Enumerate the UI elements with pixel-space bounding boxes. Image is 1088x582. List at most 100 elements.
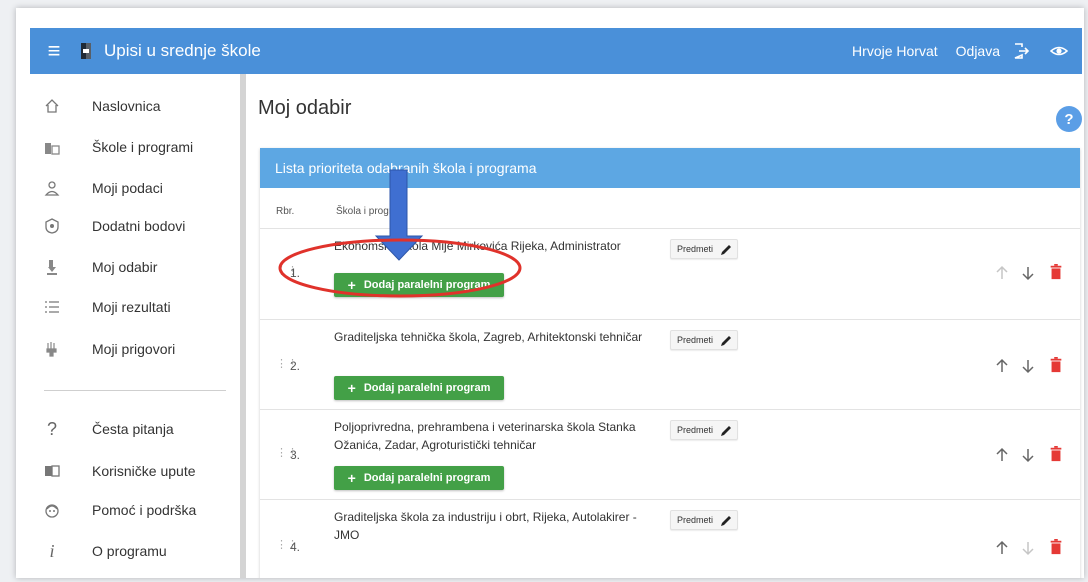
school-program-name: Graditeljska tehnička škola, Zagreb, Arh… [334,330,643,344]
main-content: Moj odabir ? Lista prioriteta odabranih … [246,74,1084,578]
row-number: 4. [290,540,301,554]
book-icon [44,463,60,479]
delete-icon[interactable] [1048,264,1064,280]
predmeti-label: Predmeti [677,335,714,345]
add-parallel-program-button[interactable]: + Dodaj paralelni program [334,273,504,297]
predmeti-button[interactable]: Predmeti [670,510,738,530]
sidebar-item-label: Dodatni bodovi [92,218,186,234]
choice-icon [44,259,60,275]
move-up-icon[interactable] [994,540,1010,556]
drag-handle-icon[interactable]: ⋮⋮ [276,540,298,556]
school-icon [44,139,60,155]
pencil-icon [721,245,731,255]
top-bar: ≡ Upisi u srednje škole Hrvoje Horvat Od… [30,28,1082,74]
sidebar-item-label: Moji rezultati [92,299,171,315]
menu-icon[interactable]: ≡ [40,40,68,62]
column-header-rbr: Rbr. [276,206,295,217]
plus-icon: + [347,470,356,486]
person-icon [44,180,60,196]
sidebar-divider [44,390,226,391]
drag-handle-icon[interactable]: ⋮⋮ [276,266,298,282]
app-logo-icon [81,43,91,59]
school-program-name: Ekonomska škola Mije Mirkovića Rijeka, A… [334,239,621,253]
move-down-icon[interactable] [1020,358,1036,374]
drag-handle-icon[interactable]: ⋮⋮ [276,359,298,375]
sidebar-item-korisnicke-upute[interactable]: Korisničke upute [30,456,230,486]
sidebar-item-label: Korisničke upute [92,463,196,479]
app-title: Upisi u srednje škole [104,41,261,60]
predmeti-label: Predmeti [677,425,714,435]
move-up-icon[interactable] [994,447,1010,463]
add-parallel-program-button[interactable]: + Dodaj paralelni program [334,376,504,400]
help-button[interactable]: ? [1056,106,1082,132]
pencil-icon [721,426,731,436]
pencil-icon [721,336,731,346]
column-header-skola: Škola i program [336,206,407,217]
sidebar-item-label: Škole i programi [92,139,194,155]
add-button-label: Dodaj paralelni program [363,279,491,291]
list-icon [44,299,60,315]
predmeti-button[interactable]: Predmeti [670,420,738,440]
sidebar-item-label: O programu [92,543,167,559]
row-number: 1. [290,266,301,280]
table-row: ⋮⋮ 3. Poljoprivredna, prehrambena i vete… [260,410,1080,500]
move-up-icon[interactable] [994,358,1010,374]
delete-icon[interactable] [1048,446,1064,462]
sidebar-item-label: Moji podaci [92,180,163,196]
add-button-label: Dodaj paralelni program [363,472,491,484]
add-button-label: Dodaj paralelni program [363,382,491,394]
sidebar-item-o-programu[interactable]: i O programu [30,536,230,566]
sidebar-item-label: Moj odabir [92,259,158,275]
sidebar-item-moji-podaci[interactable]: Moji podaci [30,173,230,203]
sidebar-item-pomoc-i-podrska[interactable]: Pomoć i podrška [30,495,230,525]
sidebar-item-dodatni-bodovi[interactable]: Dodatni bodovi [30,211,230,241]
home-icon [44,98,60,114]
card-title: Lista prioriteta odabranih škola i progr… [260,148,1080,188]
eye-icon[interactable] [1050,42,1068,60]
table-row: ⋮⋮ 2. Graditeljska tehnička škola, Zagre… [260,320,1080,410]
app-window: ≡ Upisi u srednje škole Hrvoje Horvat Od… [16,8,1084,578]
priority-list-card: Lista prioriteta odabranih škola i progr… [260,148,1080,578]
predmeti-button[interactable]: Predmeti [670,330,738,350]
support-icon [44,502,60,518]
sidebar-item-cesta-pitanja[interactable]: ? Česta pitanja [30,414,230,444]
school-program-name: Poljoprivredna, prehrambena i veterinars… [334,420,636,452]
question-icon: ? [46,418,57,439]
sidebar-item-moj-odabir[interactable]: Moj odabir [30,252,230,282]
delete-icon[interactable] [1048,539,1064,555]
delete-icon[interactable] [1048,357,1064,373]
sidebar-item-naslovnica[interactable]: Naslovnica [30,91,230,121]
sidebar-item-label: Pomoć i podrška [92,502,197,518]
plus-icon: + [347,380,356,396]
user-name: Hrvoje Horvat [852,43,938,59]
row-number: 3. [290,448,301,462]
plus-icon: + [347,277,356,293]
move-up-icon[interactable] [994,265,1010,281]
predmeti-label: Predmeti [677,244,714,254]
sidebar-item-moji-prigovori[interactable]: Moji prigovori [30,334,230,364]
sidebar-item-label: Moji prigovori [92,341,176,357]
move-down-icon[interactable] [1020,447,1036,463]
page-title: Moj odabir [258,97,352,119]
info-icon: i [49,540,55,561]
drag-handle-icon[interactable]: ⋮⋮ [276,448,298,464]
school-program-name: Graditeljska škola za industriju i obrt,… [334,510,637,542]
table-row: ⋮⋮ 4. Graditeljska škola za industriju i… [260,500,1080,578]
sidebar-item-label: Česta pitanja [92,421,174,437]
badge-icon [44,218,60,234]
move-down-icon[interactable] [1020,265,1036,281]
predmeti-label: Predmeti [677,515,714,525]
sidebar-item-label: Naslovnica [92,98,161,114]
add-parallel-program-button[interactable]: + Dodaj paralelni program [334,466,504,490]
row-number: 2. [290,359,301,373]
complaint-icon [44,341,60,357]
logout-icon[interactable] [1012,42,1030,60]
sidebar-item-moji-rezultati[interactable]: Moji rezultati [30,292,230,322]
table-row: ⋮⋮ 1. Ekonomska škola Mije Mirkovića Rij… [260,229,1080,320]
sidebar-item-skole-i-programi[interactable]: Škole i programi [30,132,230,162]
logout-link[interactable]: Odjava [956,43,1000,59]
sidebar: Naslovnica Škole i programi Moji podaci … [30,74,246,578]
predmeti-button[interactable]: Predmeti [670,239,738,259]
pencil-icon [721,516,731,526]
move-down-icon[interactable] [1020,540,1036,556]
